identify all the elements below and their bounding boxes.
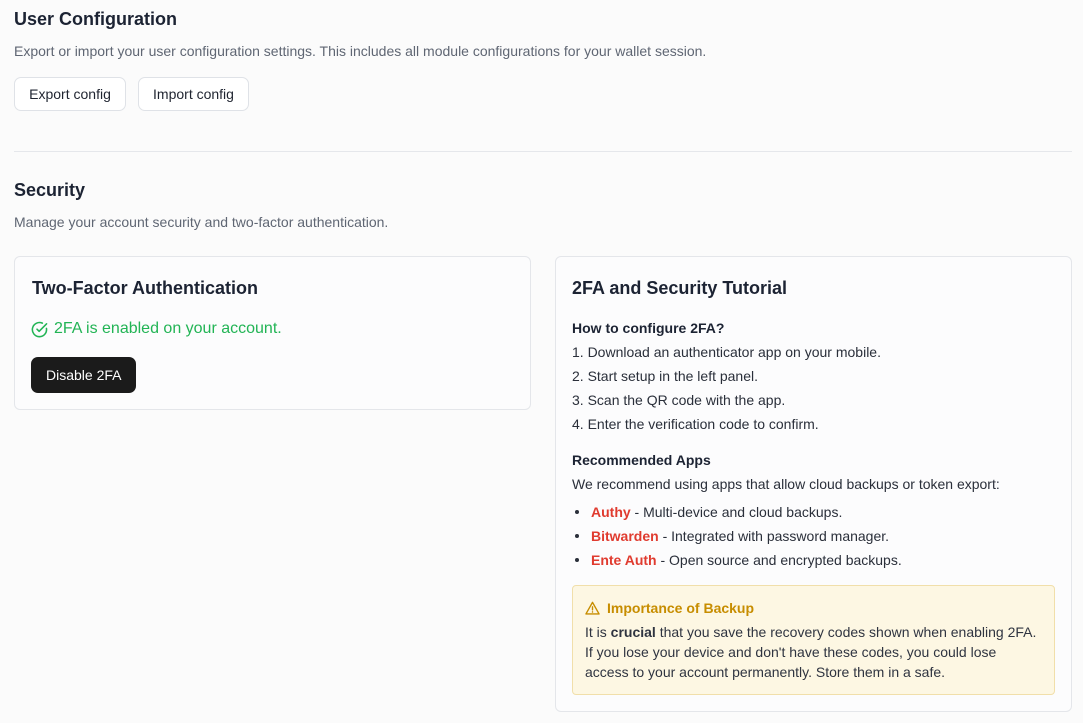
- app-desc: - Open source and encrypted backups.: [656, 552, 902, 568]
- twofa-status-text: 2FA is enabled on your account.: [54, 320, 282, 337]
- app-desc: - Multi-device and cloud backups.: [630, 504, 843, 520]
- warning-line-1: It is crucial that you save the recovery…: [585, 624, 1037, 640]
- user-config-title: User Configuration: [14, 9, 178, 29]
- warning-line-3: access to your account permanently. Stor…: [585, 664, 946, 680]
- step-item: 4. Enter the verification code to confir…: [572, 416, 819, 432]
- apps-heading: Recommended Apps: [572, 452, 711, 468]
- step-item: 3. Scan the QR code with the app.: [572, 392, 786, 408]
- check-circle-icon: [31, 321, 48, 338]
- backup-warning: Importance of Backup It is crucial that …: [572, 585, 1055, 695]
- app-name: Bitwarden: [591, 528, 659, 544]
- bullet-icon: [575, 534, 579, 538]
- list-item-ente-auth: Ente Auth - Open source and encrypted ba…: [572, 552, 902, 568]
- export-config-button[interactable]: Export config: [14, 77, 126, 111]
- list-item-authy: Authy - Multi-device and cloud backups.: [572, 504, 842, 520]
- warning-line-2: If you lose your device and don't have t…: [585, 644, 997, 660]
- step-item: 1. Download an authenticator app on your…: [572, 344, 881, 360]
- security-title: Security: [14, 180, 86, 200]
- warning-icon: [585, 601, 600, 615]
- list-item-bitwarden: Bitwarden - Integrated with password man…: [572, 528, 889, 544]
- twofa-status: 2FA is enabled on your account.: [31, 320, 282, 338]
- step-item: 2. Start setup in the left panel.: [572, 368, 759, 384]
- warning-title: Importance of Backup: [585, 600, 754, 616]
- warning-title-text: Importance of Backup: [607, 600, 755, 616]
- two-factor-card: Two-Factor Authentication 2FA is enabled…: [14, 256, 531, 410]
- section-divider: [14, 151, 1072, 152]
- two-factor-title: Two-Factor Authentication: [32, 278, 258, 298]
- security-description: Manage your account security and two-fac…: [14, 214, 389, 230]
- bullet-icon: [575, 558, 579, 562]
- disable-2fa-button[interactable]: Disable 2FA: [31, 357, 137, 393]
- configure-heading: How to configure 2FA?: [572, 320, 725, 336]
- app-name: Ente Auth: [591, 552, 657, 568]
- tutorial-title: 2FA and Security Tutorial: [572, 278, 788, 298]
- tutorial-card: 2FA and Security Tutorial How to configu…: [555, 256, 1072, 712]
- app-name: Authy: [591, 504, 631, 520]
- user-config-description: Export or import your user configuration…: [14, 43, 707, 59]
- import-config-button[interactable]: Import config: [138, 77, 249, 111]
- bullet-icon: [575, 510, 579, 514]
- app-desc: - Integrated with password manager.: [658, 528, 890, 544]
- apps-intro: We recommend using apps that allow cloud…: [572, 476, 1000, 492]
